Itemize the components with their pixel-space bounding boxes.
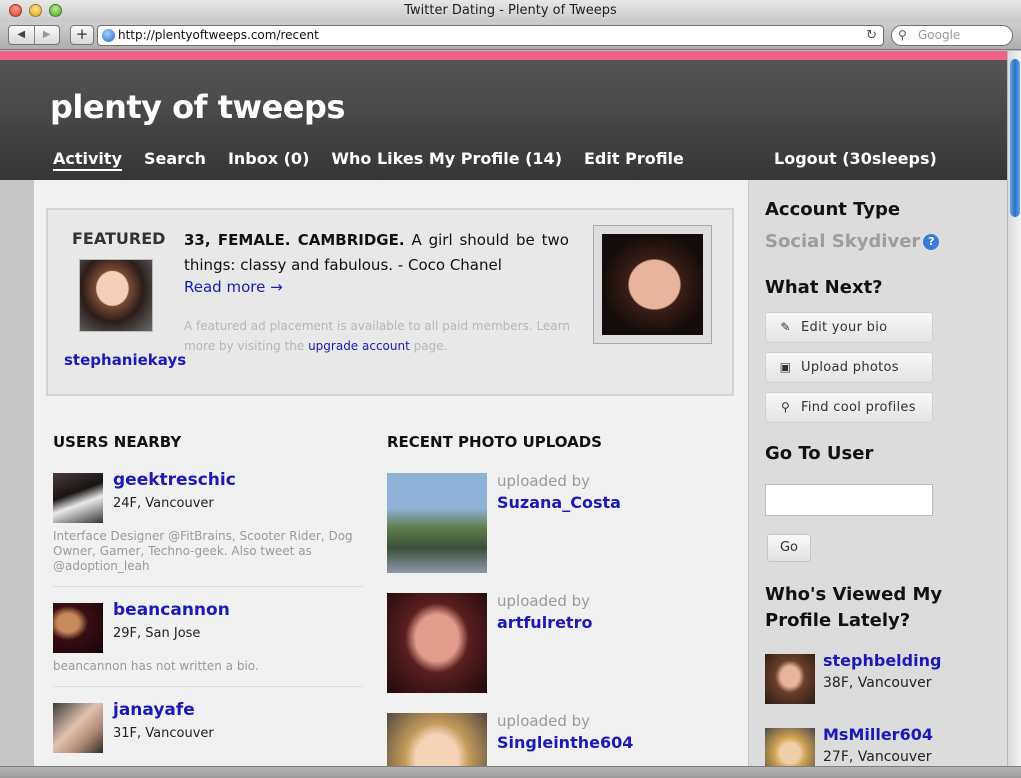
viewer-username-link[interactable]: MsMiller604 [823,725,933,744]
what-next-title: What Next? [765,277,883,298]
avatar[interactable] [53,473,103,523]
account-type-value: Social Skydiver? [765,231,940,252]
uploaded-photo[interactable] [387,473,487,573]
user-meta: 24F, Vancouver [113,496,214,511]
upload-photos-button[interactable]: ▣ Upload photos [765,352,933,383]
find-profiles-button[interactable]: ⚲ Find cool profiles [765,392,933,423]
account-type-text: Social Skydiver [765,231,921,252]
magnifier-icon: ⚲ [780,400,791,414]
window-titlebar: Twitter Dating - Plenty of Tweeps [0,0,1021,22]
close-window-button[interactable] [9,4,22,17]
featured-photo-frame[interactable] [593,225,712,344]
forward-button[interactable]: ▶ [33,26,60,44]
scrollbar-thumb[interactable] [1010,59,1020,217]
nav-search[interactable]: Search [144,149,206,171]
photo-icon: ▣ [779,360,792,374]
featured-username[interactable]: stephaniekays [64,351,186,369]
avatar[interactable] [765,728,815,766]
globe-icon [102,29,115,42]
viewer-meta: 27F, Vancouver [823,749,932,765]
uploaded-photo[interactable] [387,713,487,766]
uploaded-by-label: uploaded by [497,712,591,730]
vertical-scrollbar[interactable] [1007,51,1021,766]
featured-avatar[interactable] [79,259,153,332]
ad-note-end: page. [413,339,448,353]
uploader-link[interactable]: Suzana_Costa [497,493,621,512]
go-button[interactable]: Go [767,534,811,562]
browser-toolbar: ◀ ▶ + http://plentyoftweeps.com/recent ↻… [0,22,1021,50]
minimize-window-button[interactable] [29,4,42,17]
help-icon[interactable]: ? [923,234,940,250]
accent-stripe [0,51,1007,60]
zoom-window-button[interactable] [49,4,62,17]
featured-label: FEATURED [72,229,166,248]
window-title: Twitter Dating - Plenty of Tweeps [404,3,617,18]
status-bar [0,766,1021,778]
search-icon: ⚲ [898,28,907,42]
go-to-user-input[interactable] [765,484,933,516]
users-nearby-title: USERS NEARBY [53,433,182,451]
nav-edit-profile[interactable]: Edit Profile [584,149,684,171]
featured-bio: 33, FEMALE. CAMBRIDGE. A girl should be … [184,228,569,278]
recent-uploads-title: RECENT PHOTO UPLOADS [387,433,602,451]
uploaded-by-label: uploaded by [497,472,591,490]
account-type-title: Account Type [765,199,901,220]
uploader-link[interactable]: Singleinthe604 [497,733,633,752]
divider [53,586,363,587]
main-nav: Activity Search Inbox (0) Who Likes My P… [53,149,684,171]
address-bar[interactable]: http://plentyoftweeps.com/recent ↻ [97,25,884,46]
search-placeholder: Google [918,28,961,42]
nav-activity[interactable]: Activity [53,149,122,171]
site-logo[interactable]: plenty of tweeps [50,88,345,126]
avatar[interactable] [53,703,103,753]
edit-bio-label: Edit your bio [801,320,888,335]
avatar[interactable] [53,603,103,653]
divider [53,686,363,687]
search-field[interactable]: ⚲ Google [891,25,1013,46]
back-button[interactable]: ◀ [9,26,34,44]
who-viewed-title: Who's Viewed My Profile Lately? [765,584,943,631]
upload-photos-label: Upload photos [801,360,899,375]
uploaded-by-label: uploaded by [497,592,591,610]
find-profiles-label: Find cool profiles [801,400,916,415]
go-to-user-title: Go To User [765,443,874,464]
featured-photo [602,234,703,335]
upgrade-account-link[interactable]: upgrade account [308,339,410,353]
logout-link[interactable]: Logout (30sleeps) [774,149,937,168]
featured-box: FEATURED stephaniekays 33, FEMALE. CAMBR… [46,208,734,396]
nav-who-likes-my-profile[interactable]: Who Likes My Profile (14) [331,149,562,171]
user-meta: 29F, San Jose [113,626,201,641]
username-link[interactable]: beancannon [113,600,230,620]
site-header: plenty of tweeps Activity Search Inbox (… [0,60,1007,180]
url-text: http://plentyoftweeps.com/recent [118,28,319,42]
user-bio: beancannon has not written a bio. [53,659,259,673]
history-buttons: ◀ ▶ [8,25,60,45]
nav-inbox[interactable]: Inbox (0) [228,149,309,171]
pencil-icon: ✎ [780,320,791,334]
read-more-link[interactable]: Read more → [184,278,283,296]
viewer-meta: 38F, Vancouver [823,675,932,691]
viewer-username-link[interactable]: stephbelding [823,651,941,670]
featured-headline: 33, FEMALE. CAMBRIDGE. [184,231,405,249]
main-content: FEATURED stephaniekays 33, FEMALE. CAMBR… [34,180,748,766]
username-link[interactable]: geektreschic [113,470,236,490]
reload-icon[interactable]: ↻ [866,26,877,45]
add-bookmark-button[interactable]: + [70,25,94,45]
user-meta: 31F, Vancouver [113,726,214,741]
uploader-link[interactable]: artfulretro [497,613,592,632]
edit-bio-button[interactable]: ✎ Edit your bio [765,312,933,343]
username-link[interactable]: janayafe [113,700,195,720]
sidebar: Account Type Social Skydiver? What Next?… [748,180,1007,766]
user-bio: Interface Designer @FitBrains, Scooter R… [53,529,353,573]
page-gutter [0,180,34,766]
uploaded-photo[interactable] [387,593,487,693]
featured-ad-note: A featured ad placement is available to … [184,316,570,356]
avatar[interactable] [765,654,815,704]
